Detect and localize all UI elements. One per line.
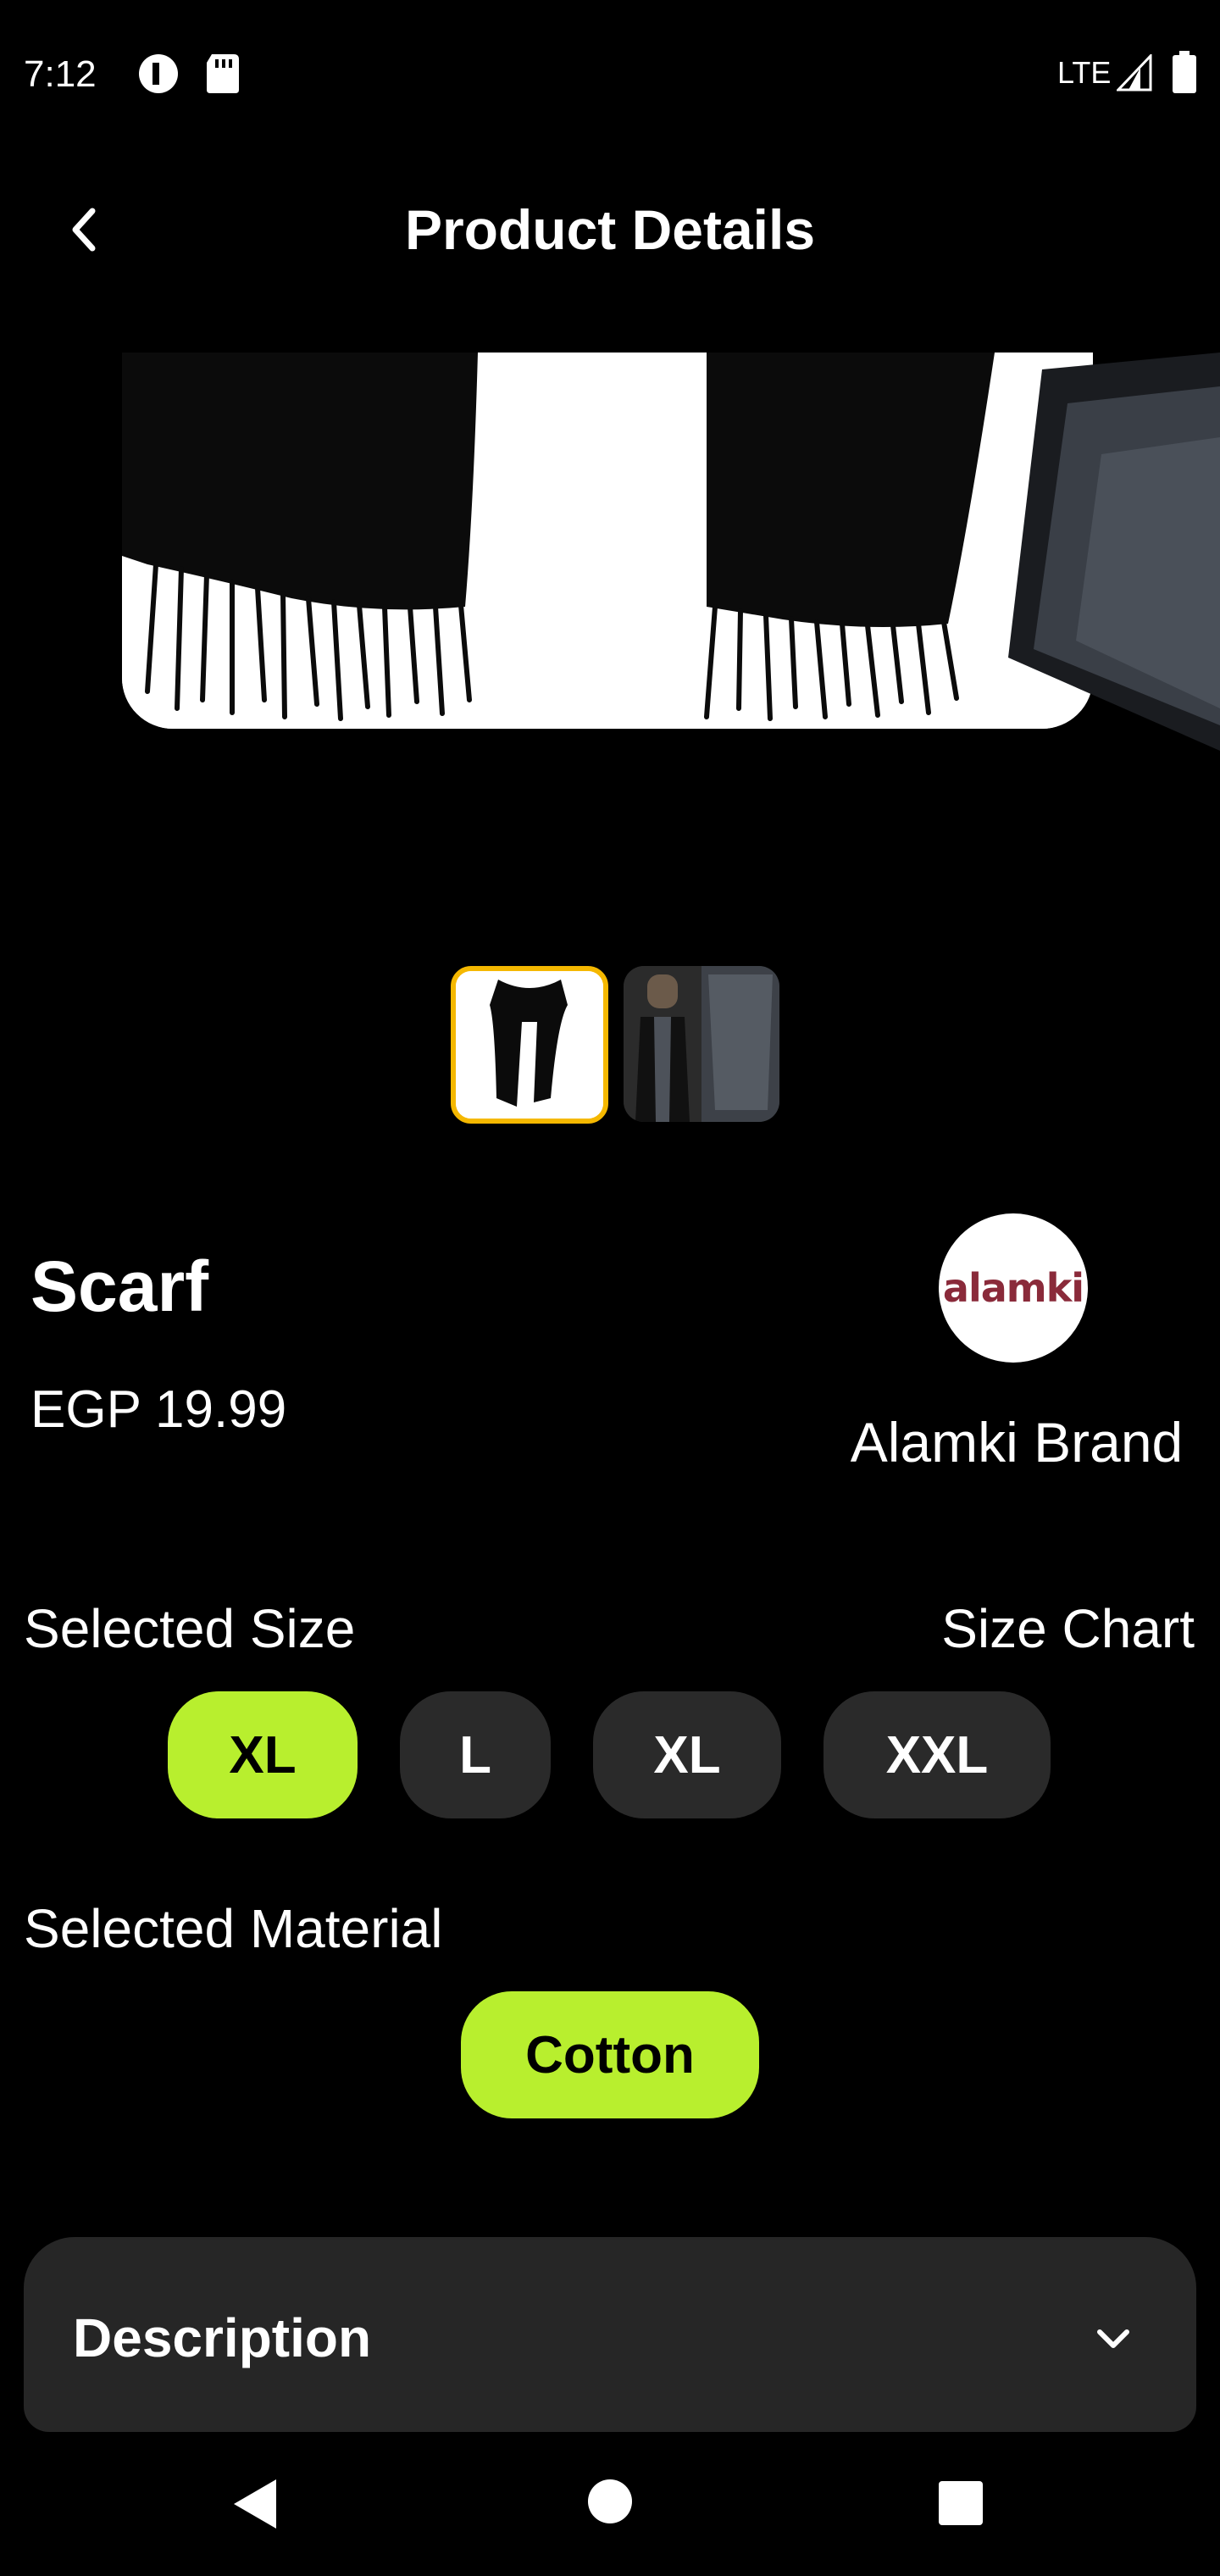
material-option-cotton[interactable]: Cotton bbox=[461, 1991, 759, 2118]
back-triangle-icon[interactable] bbox=[230, 2476, 281, 2532]
recents-square-icon[interactable] bbox=[939, 2481, 983, 2525]
status-time: 7:12 bbox=[24, 53, 97, 95]
product-main-image[interactable] bbox=[122, 353, 1093, 729]
product-name: Scarf bbox=[30, 1246, 209, 1326]
chevron-left-icon bbox=[72, 208, 96, 252]
size-option-xxl[interactable]: XXL bbox=[824, 1691, 1051, 1818]
size-chart-link[interactable]: Size Chart bbox=[847, 1595, 1195, 1663]
circle-notification-icon bbox=[139, 54, 178, 93]
brand-name[interactable]: Alamki Brand bbox=[839, 1407, 1195, 1478]
grey-scarf-image bbox=[1008, 353, 1220, 751]
scarf-image bbox=[122, 353, 1093, 729]
page-title: Product Details bbox=[404, 198, 816, 261]
chevron-down-icon bbox=[1097, 2329, 1129, 2348]
selected-material-label: Selected Material bbox=[24, 1898, 443, 1959]
black-scarf-thumbnail bbox=[456, 971, 603, 1119]
brand-logo-text: alamki bbox=[942, 1265, 1084, 1311]
thumbnail-2[interactable] bbox=[624, 966, 779, 1122]
back-button[interactable] bbox=[51, 192, 119, 268]
size-option-l[interactable]: L bbox=[400, 1691, 551, 1818]
thumbnail-1[interactable] bbox=[451, 966, 608, 1124]
sd-card-icon bbox=[207, 54, 239, 93]
next-product-image-peek[interactable] bbox=[1008, 353, 1220, 751]
signal-icon bbox=[1117, 54, 1152, 92]
size-option-xl[interactable]: XL bbox=[168, 1691, 358, 1818]
battery-icon bbox=[1173, 51, 1196, 93]
product-price: EGP 19.99 bbox=[30, 1380, 287, 1439]
size-option-xl-2[interactable]: XL bbox=[593, 1691, 781, 1818]
description-title: Description bbox=[73, 2307, 372, 2368]
home-circle-icon[interactable] bbox=[588, 2479, 632, 2523]
selected-size-label: Selected Size bbox=[24, 1598, 356, 1659]
network-type: LTE bbox=[1057, 55, 1112, 90]
grey-scarf-thumbnail bbox=[624, 966, 779, 1122]
brand-logo[interactable]: alamki bbox=[939, 1213, 1088, 1363]
